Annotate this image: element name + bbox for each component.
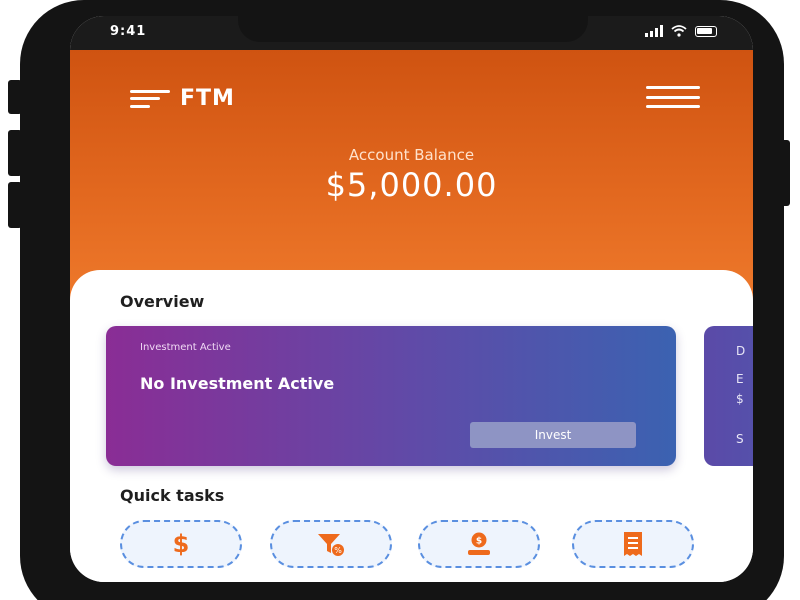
next-card-text: E [736, 372, 744, 386]
coin-hand-icon: $ [468, 532, 490, 555]
notch [238, 16, 588, 42]
svg-text:%: % [334, 546, 342, 555]
quick-task-receipt[interactable] [572, 520, 694, 568]
overview-title: Overview [120, 292, 205, 311]
next-card-text: S [736, 432, 744, 446]
invest-button[interactable]: Invest [470, 422, 636, 448]
quick-task-dollar[interactable]: $ [120, 520, 242, 568]
phone-screen: 9:41 FTM Account Balance $5,000.00 Overv… [70, 16, 753, 582]
app-logo: FTM [130, 86, 235, 111]
status-time: 9:41 [110, 24, 147, 39]
hamburger-menu-icon[interactable] [646, 86, 700, 108]
battery-icon [695, 25, 717, 37]
next-overview-card[interactable]: D E $ S [704, 326, 753, 466]
status-icons [645, 25, 717, 37]
quick-tasks-title: Quick tasks [120, 486, 225, 505]
svg-text:$: $ [476, 537, 482, 547]
balance-value: $5,000.00 [325, 166, 498, 204]
logo-text: FTM [180, 86, 235, 111]
phone-frame: 9:41 FTM Account Balance $5,000.00 Overv… [20, 0, 784, 600]
next-card-text: D [736, 344, 746, 358]
receipt-icon [624, 532, 642, 556]
wifi-icon [671, 25, 687, 37]
quick-task-filter[interactable]: % [270, 520, 392, 568]
status-bar: 9:41 [70, 16, 753, 50]
next-card-text: $ [736, 392, 744, 406]
investment-status-label: Investment Active [140, 342, 231, 353]
content-sheet: Overview Investment Active No Investment… [70, 270, 753, 582]
investment-headline: No Investment Active [140, 374, 335, 393]
quick-task-coin[interactable]: $ [418, 520, 540, 568]
investment-card[interactable]: Investment Active No Investment Active I… [106, 326, 676, 466]
quick-tasks-row: $ % $ [120, 520, 740, 580]
app-screenshot: 9:41 FTM Account Balance $5,000.00 Overv… [0, 0, 800, 600]
dollar-icon: $ [172, 530, 190, 558]
signal-icon [645, 25, 663, 37]
logo-mark-icon [130, 89, 170, 108]
balance-label: Account Balance [348, 146, 475, 164]
filter-percent-icon: % [318, 534, 344, 556]
